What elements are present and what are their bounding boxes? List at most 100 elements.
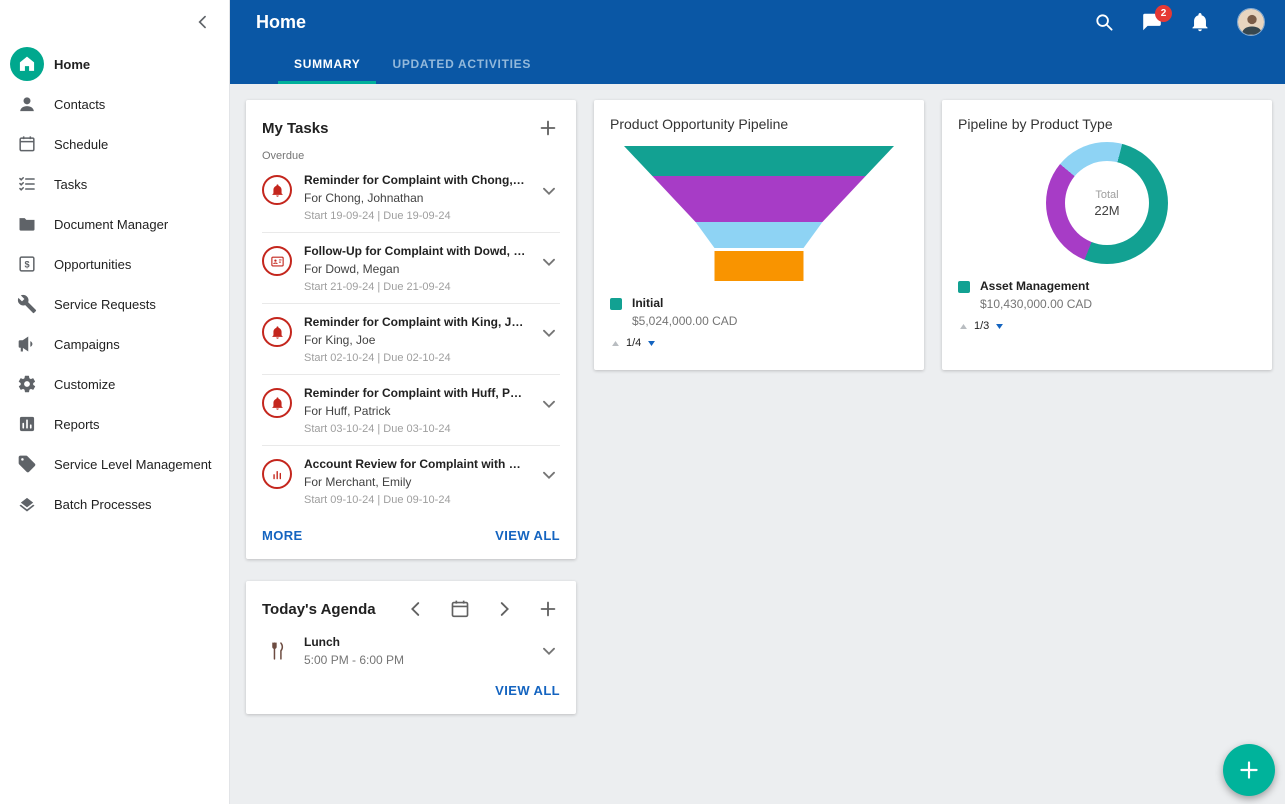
task-text: Account Review for Complaint with Mer...… [304,456,526,506]
task-title: Reminder for Complaint with Chong, Joh..… [304,172,526,188]
add-event-icon[interactable] [536,597,560,621]
page-down-icon[interactable] [994,321,1005,332]
task-row[interactable]: Account Review for Complaint with Mer...… [262,446,560,516]
sidebar-item-document-manager[interactable]: Document Manager [0,204,229,244]
agenda-header: Today's Agenda [262,597,560,621]
collapse-sidebar-icon[interactable] [193,12,213,32]
sidebar-item-reports[interactable]: Reports [0,404,229,444]
legend-swatch [610,298,622,310]
task-list: Reminder for Complaint with Chong, Joh..… [262,162,560,516]
task-row[interactable]: Reminder for Complaint with Huff, Patric… [262,375,560,446]
legend-item: Asset Management$10,430,000.00 CAD [958,279,1256,311]
task-expand-icon[interactable] [538,464,560,486]
task-title: Reminder for Complaint with Huff, Patric… [304,385,526,401]
tab-updated-activities[interactable]: UPDATED ACTIVITIES [376,44,547,84]
my-tasks-header: My Tasks [262,116,560,140]
sidebar-item-tasks[interactable]: Tasks [0,164,229,204]
sidebar-item-service-requests[interactable]: Service Requests [0,284,229,324]
add-task-icon[interactable] [536,116,560,140]
sidebar-item-customize[interactable]: Customize [0,364,229,404]
sidebar-item-opportunities[interactable]: $ Opportunities [0,244,229,284]
task-assignee: For King, Joe [304,333,526,348]
task-assignee: For Merchant, Emily [304,475,526,490]
sidebar-item-label: Batch Processes [54,497,152,512]
funnel-stage [624,146,894,176]
view-all-tasks-button[interactable]: VIEW ALL [495,528,560,543]
task-row[interactable]: Reminder for Complaint with Chong, Joh..… [262,162,560,233]
sidebar-item-label: Tasks [54,177,87,192]
view-all-events-button[interactable]: VIEW ALL [495,683,560,698]
task-row[interactable]: Follow-Up for Complaint with Dowd, Me...… [262,233,560,304]
task-expand-icon[interactable] [538,251,560,273]
task-text: Reminder for Complaint with Chong, Joh..… [304,172,526,222]
legend-item: Initial$5,024,000.00 CAD [610,296,908,328]
sidebar-item-schedule[interactable]: Schedule [0,124,229,164]
column-middle: Product Opportunity Pipeline Initial$5,0… [594,100,924,370]
task-text: Reminder for Complaint with Huff, Patric… [304,385,526,435]
product-opportunity-pipeline-card: Product Opportunity Pipeline Initial$5,0… [594,100,924,370]
user-avatar[interactable] [1237,8,1265,36]
home-icon [10,47,44,81]
overdue-label: Overdue [262,150,560,162]
task-expand-icon[interactable] [538,180,560,202]
sidebar-item-label: Schedule [54,137,108,152]
event-list: Lunch5:00 PM - 6:00 PM [262,621,560,671]
donut-legend: Asset Management$10,430,000.00 CAD [958,279,1256,311]
tab-bar: SUMMARYUPDATED ACTIVITIES [230,44,1285,84]
tab-summary[interactable]: SUMMARY [278,44,376,84]
page-up-icon[interactable] [958,321,969,332]
funnel-pager: 1/4 [610,337,908,349]
sidebar-item-label: Reports [54,417,100,432]
task-row[interactable]: Reminder for Complaint with King, Joe - … [262,304,560,375]
bell-icon [262,388,292,418]
sidebar-item-batch-processes[interactable]: Batch Processes [0,484,229,524]
bell-icon [262,317,292,347]
sidebar-item-service-level-management[interactable]: Service Level Management [0,444,229,484]
donut-total-value: 22M [1094,203,1119,218]
event-row[interactable]: Lunch5:00 PM - 6:00 PM [262,621,560,671]
my-tasks-title: My Tasks [262,120,328,137]
calendar-icon[interactable] [448,597,472,621]
sidebar-item-home[interactable]: Home [0,44,229,84]
donut-chart-title: Pipeline by Product Type [958,116,1256,132]
search-icon[interactable] [1093,11,1115,33]
calendar-icon [10,127,44,161]
funnel-chart[interactable] [624,146,894,281]
add-fab[interactable] [1223,744,1275,796]
task-dates: Start 19-09-24 | Due 19-09-24 [304,210,526,222]
sidebar-item-label: Opportunities [54,257,131,272]
event-text: Lunch5:00 PM - 6:00 PM [304,635,404,667]
dollar-box-icon: $ [10,247,44,281]
person-icon [10,87,44,121]
next-day-icon[interactable] [492,597,516,621]
sidebar-item-contacts[interactable]: Contacts [0,84,229,124]
sidebar-item-label: Campaigns [54,337,120,352]
prev-day-icon[interactable] [404,597,428,621]
funnel-legend: Initial$5,024,000.00 CAD [610,296,908,328]
page-up-icon[interactable] [610,338,621,349]
event-time: 5:00 PM - 6:00 PM [304,653,404,667]
task-dates: Start 02-10-24 | Due 02-10-24 [304,352,526,364]
event-expand-icon[interactable] [538,640,560,662]
column-right: Pipeline by Product Type Total 22M Asset… [942,100,1272,370]
sidebar-item-label: Service Level Management [54,457,212,472]
task-dates: Start 09-10-24 | Due 09-10-24 [304,494,526,506]
main-area: Home 2 SUMMARYUPDATED ACTIVITIES My Task… [230,0,1285,804]
top-bar-icons: 2 [1093,8,1265,36]
funnel-stage [624,222,894,248]
sidebar-item-campaigns[interactable]: Campaigns [0,324,229,364]
task-dates: Start 03-10-24 | Due 03-10-24 [304,423,526,435]
task-expand-icon[interactable] [538,393,560,415]
meal-icon [268,641,288,661]
sidebar-nav: HomeContacts Schedule Tasks Document Manage… [0,44,229,524]
page-indicator: 1/3 [974,320,989,332]
notifications-bell-icon[interactable] [1189,11,1211,33]
more-button[interactable]: MORE [262,528,303,543]
page-title: Home [256,12,306,33]
page-down-icon[interactable] [646,338,657,349]
task-expand-icon[interactable] [538,322,560,344]
messages-icon[interactable]: 2 [1141,11,1163,33]
task-text: Reminder for Complaint with King, Joe - … [304,314,526,364]
donut-chart[interactable]: Total 22M [1046,142,1168,264]
pipeline-by-product-type-card: Pipeline by Product Type Total 22M Asset… [942,100,1272,370]
